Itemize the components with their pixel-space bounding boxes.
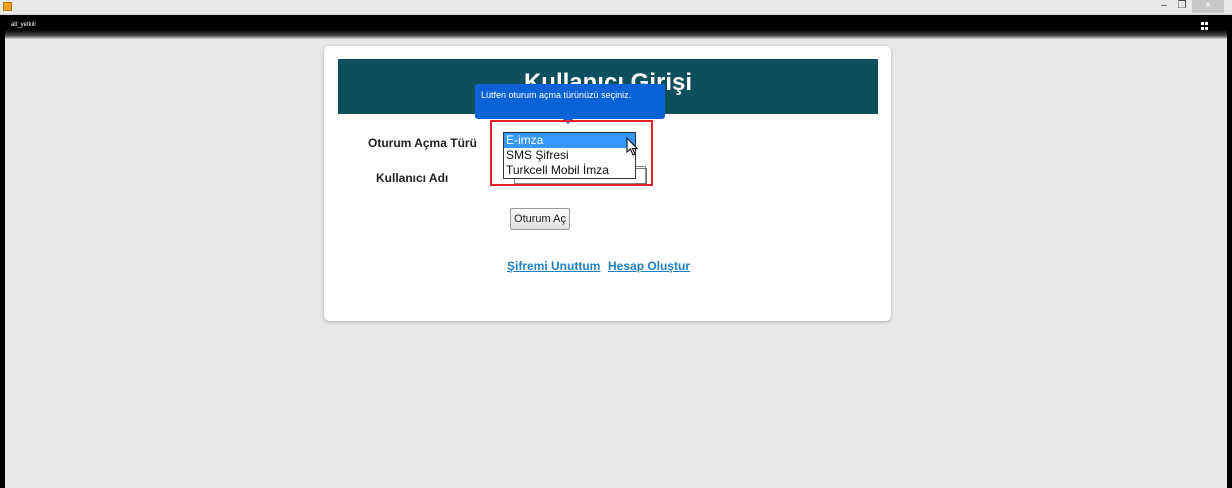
app-header: alt_yetkili	[0, 15, 1232, 39]
dropdown-option[interactable]: E-imza	[504, 133, 635, 148]
login-button[interactable]: Oturum Aç	[510, 208, 570, 230]
username-label: Kullanıcı Adı	[376, 171, 449, 185]
forgot-password-link[interactable]: Şifremi Unuttum	[507, 259, 600, 273]
create-account-link[interactable]: Hesap Oluştur	[608, 259, 690, 273]
grid-icon[interactable]	[1201, 22, 1209, 30]
mouse-pointer-icon	[626, 137, 639, 156]
close-button[interactable]: ×	[1192, 0, 1224, 13]
login-type-tooltip: Lütfen oturum açma türünüzü seçiniz.	[475, 84, 665, 124]
left-border	[0, 15, 5, 488]
dropdown-option[interactable]: SMS Şifresi	[504, 148, 635, 163]
maximize-button[interactable]: ❐	[1173, 0, 1191, 13]
minimize-button[interactable]: –	[1155, 0, 1173, 13]
app-title: alt_yetkili	[11, 22, 36, 28]
login-type-dropdown[interactable]: E-imza SMS Şifresi Turkcell Mobil İmza	[503, 132, 636, 179]
tooltip-text: Lütfen oturum açma türünüzü seçiniz.	[481, 90, 632, 100]
app-icon	[3, 2, 12, 11]
window-titlebar: – ❐ ×	[0, 0, 1232, 15]
dropdown-option[interactable]: Turkcell Mobil İmza	[504, 163, 635, 178]
login-type-label: Oturum Açma Türü	[368, 136, 477, 150]
select-box-edge	[635, 168, 647, 184]
right-border	[1227, 15, 1232, 488]
